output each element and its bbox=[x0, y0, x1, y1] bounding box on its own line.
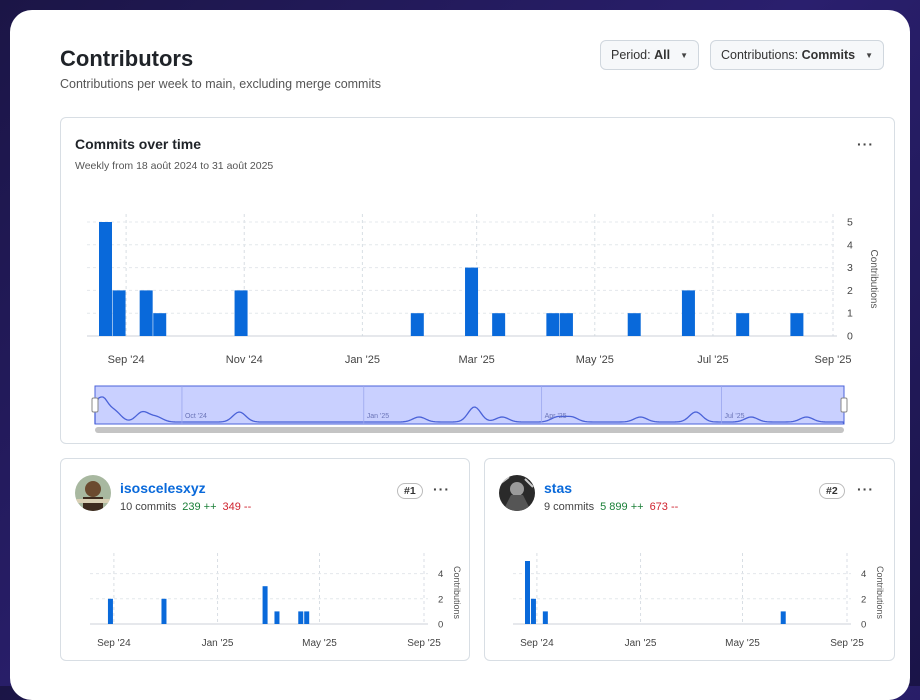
y-tick-label: 4 bbox=[438, 569, 443, 580]
y-tick-label: 3 bbox=[847, 262, 853, 274]
x-tick-label: May '25 bbox=[725, 638, 760, 649]
contributor-chart-2: Sep '24 Jan '25 May '25 Sep '25 0 2 4 Contribut… bbox=[513, 553, 885, 649]
chart-bar bbox=[262, 586, 268, 624]
chart-bar bbox=[542, 611, 548, 624]
chart-bar bbox=[112, 290, 126, 336]
chart-bar bbox=[530, 598, 536, 624]
chart-bar bbox=[99, 222, 112, 336]
brush-tick-label: Apr '25 bbox=[545, 413, 567, 420]
chevron-down-icon: ▼ bbox=[680, 50, 688, 60]
contributions-value: Commits bbox=[801, 48, 856, 62]
chart-bar bbox=[790, 313, 804, 336]
x-tick-label: Sep '25 bbox=[815, 354, 852, 366]
y-tick-label: 2 bbox=[438, 594, 443, 605]
y-tick-label: 0 bbox=[861, 620, 866, 631]
chart-bar bbox=[410, 313, 424, 336]
brush-handle-right bbox=[840, 397, 848, 413]
commits-chart: Sep '24 Nov '24 Jan '25 Mar '25 May '25 Jul '… bbox=[87, 214, 879, 433]
chart-bar bbox=[161, 598, 167, 624]
chart-bar bbox=[107, 598, 113, 624]
chart-bar bbox=[274, 611, 280, 624]
chart-bar bbox=[465, 267, 479, 336]
contributors-panel: Contributors Contributions per week to m… bbox=[10, 10, 910, 700]
y-tick-label: 4 bbox=[861, 569, 866, 580]
chart-bar bbox=[525, 561, 530, 624]
period-label: Period: bbox=[611, 48, 655, 62]
x-tick-label: Nov '24 bbox=[226, 354, 263, 366]
y-axis-label: Contributions bbox=[452, 566, 462, 620]
x-tick-label: Sep '24 bbox=[97, 638, 131, 649]
contributor-card-1: isoscelesxyz 10 commits 239 ++ 349 -- #1 ·… bbox=[60, 458, 470, 661]
chart-bar bbox=[736, 313, 750, 336]
brush-tick-label: Jul '25 bbox=[724, 413, 744, 420]
chart-bar bbox=[139, 290, 153, 336]
chart-bar bbox=[234, 290, 248, 336]
period-dropdown[interactable]: Period: All ▼ bbox=[600, 40, 699, 70]
contributor-chart-1: Sep '24 Jan '25 May '25 Sep '25 0 2 4 Contribut… bbox=[90, 553, 462, 649]
y-tick-label: 4 bbox=[847, 239, 853, 251]
chevron-down-icon: ▼ bbox=[865, 50, 874, 60]
chart-bar bbox=[780, 611, 786, 624]
y-tick-label: 1 bbox=[847, 308, 853, 320]
page-title: Contributors bbox=[60, 46, 194, 71]
y-tick-label: 2 bbox=[847, 285, 853, 297]
chart-bar bbox=[304, 611, 310, 624]
chart-bar bbox=[627, 313, 641, 336]
x-tick-label: May '25 bbox=[576, 354, 614, 366]
contributor-card-2: stas 9 commits 5 899 ++ 673 -- #2 ··· Sep … bbox=[484, 458, 895, 661]
brush-handle-left bbox=[91, 397, 99, 413]
y-axis-label: Contributions bbox=[875, 566, 885, 620]
y-tick-label: 0 bbox=[438, 620, 443, 631]
contributions-dropdown[interactable]: Contributions: Commits ▼ bbox=[710, 40, 885, 70]
chart-bar bbox=[546, 313, 560, 336]
chart-bar bbox=[559, 313, 573, 336]
x-tick-label: Jul '25 bbox=[697, 354, 728, 366]
commits-over-time-card: Commits over time Weekly from 18 août 20… bbox=[60, 117, 895, 444]
x-tick-label: Mar '25 bbox=[458, 354, 494, 366]
x-tick-label: Sep '24 bbox=[108, 354, 145, 366]
y-axis-label: Contributions bbox=[868, 250, 879, 309]
x-tick-label: May '25 bbox=[302, 638, 337, 649]
x-tick-label: Sep '25 bbox=[407, 638, 441, 649]
y-tick-label: 2 bbox=[861, 594, 866, 605]
x-tick-label: Sep '25 bbox=[830, 638, 864, 649]
page-subtitle: Contributions per week to main, excludin… bbox=[60, 77, 381, 91]
period-value: All bbox=[654, 48, 671, 62]
x-tick-label: Jan '25 bbox=[625, 638, 657, 649]
x-tick-label: Jan '25 bbox=[345, 354, 380, 366]
horizontal-scrollbar bbox=[95, 427, 844, 433]
contributions-label: Contributions: bbox=[721, 48, 802, 62]
y-tick-label: 0 bbox=[847, 331, 853, 343]
x-tick-label: Sep '24 bbox=[520, 638, 554, 649]
chart-bar bbox=[153, 313, 167, 336]
brush-tick-label: Jan '25 bbox=[367, 413, 389, 420]
chart-bar bbox=[492, 313, 506, 336]
x-tick-label: Jan '25 bbox=[202, 638, 234, 649]
chart-bar bbox=[681, 290, 695, 336]
y-tick-label: 5 bbox=[847, 217, 853, 229]
chart-bar bbox=[298, 611, 304, 624]
brush-tick-label: Oct '24 bbox=[185, 413, 207, 420]
